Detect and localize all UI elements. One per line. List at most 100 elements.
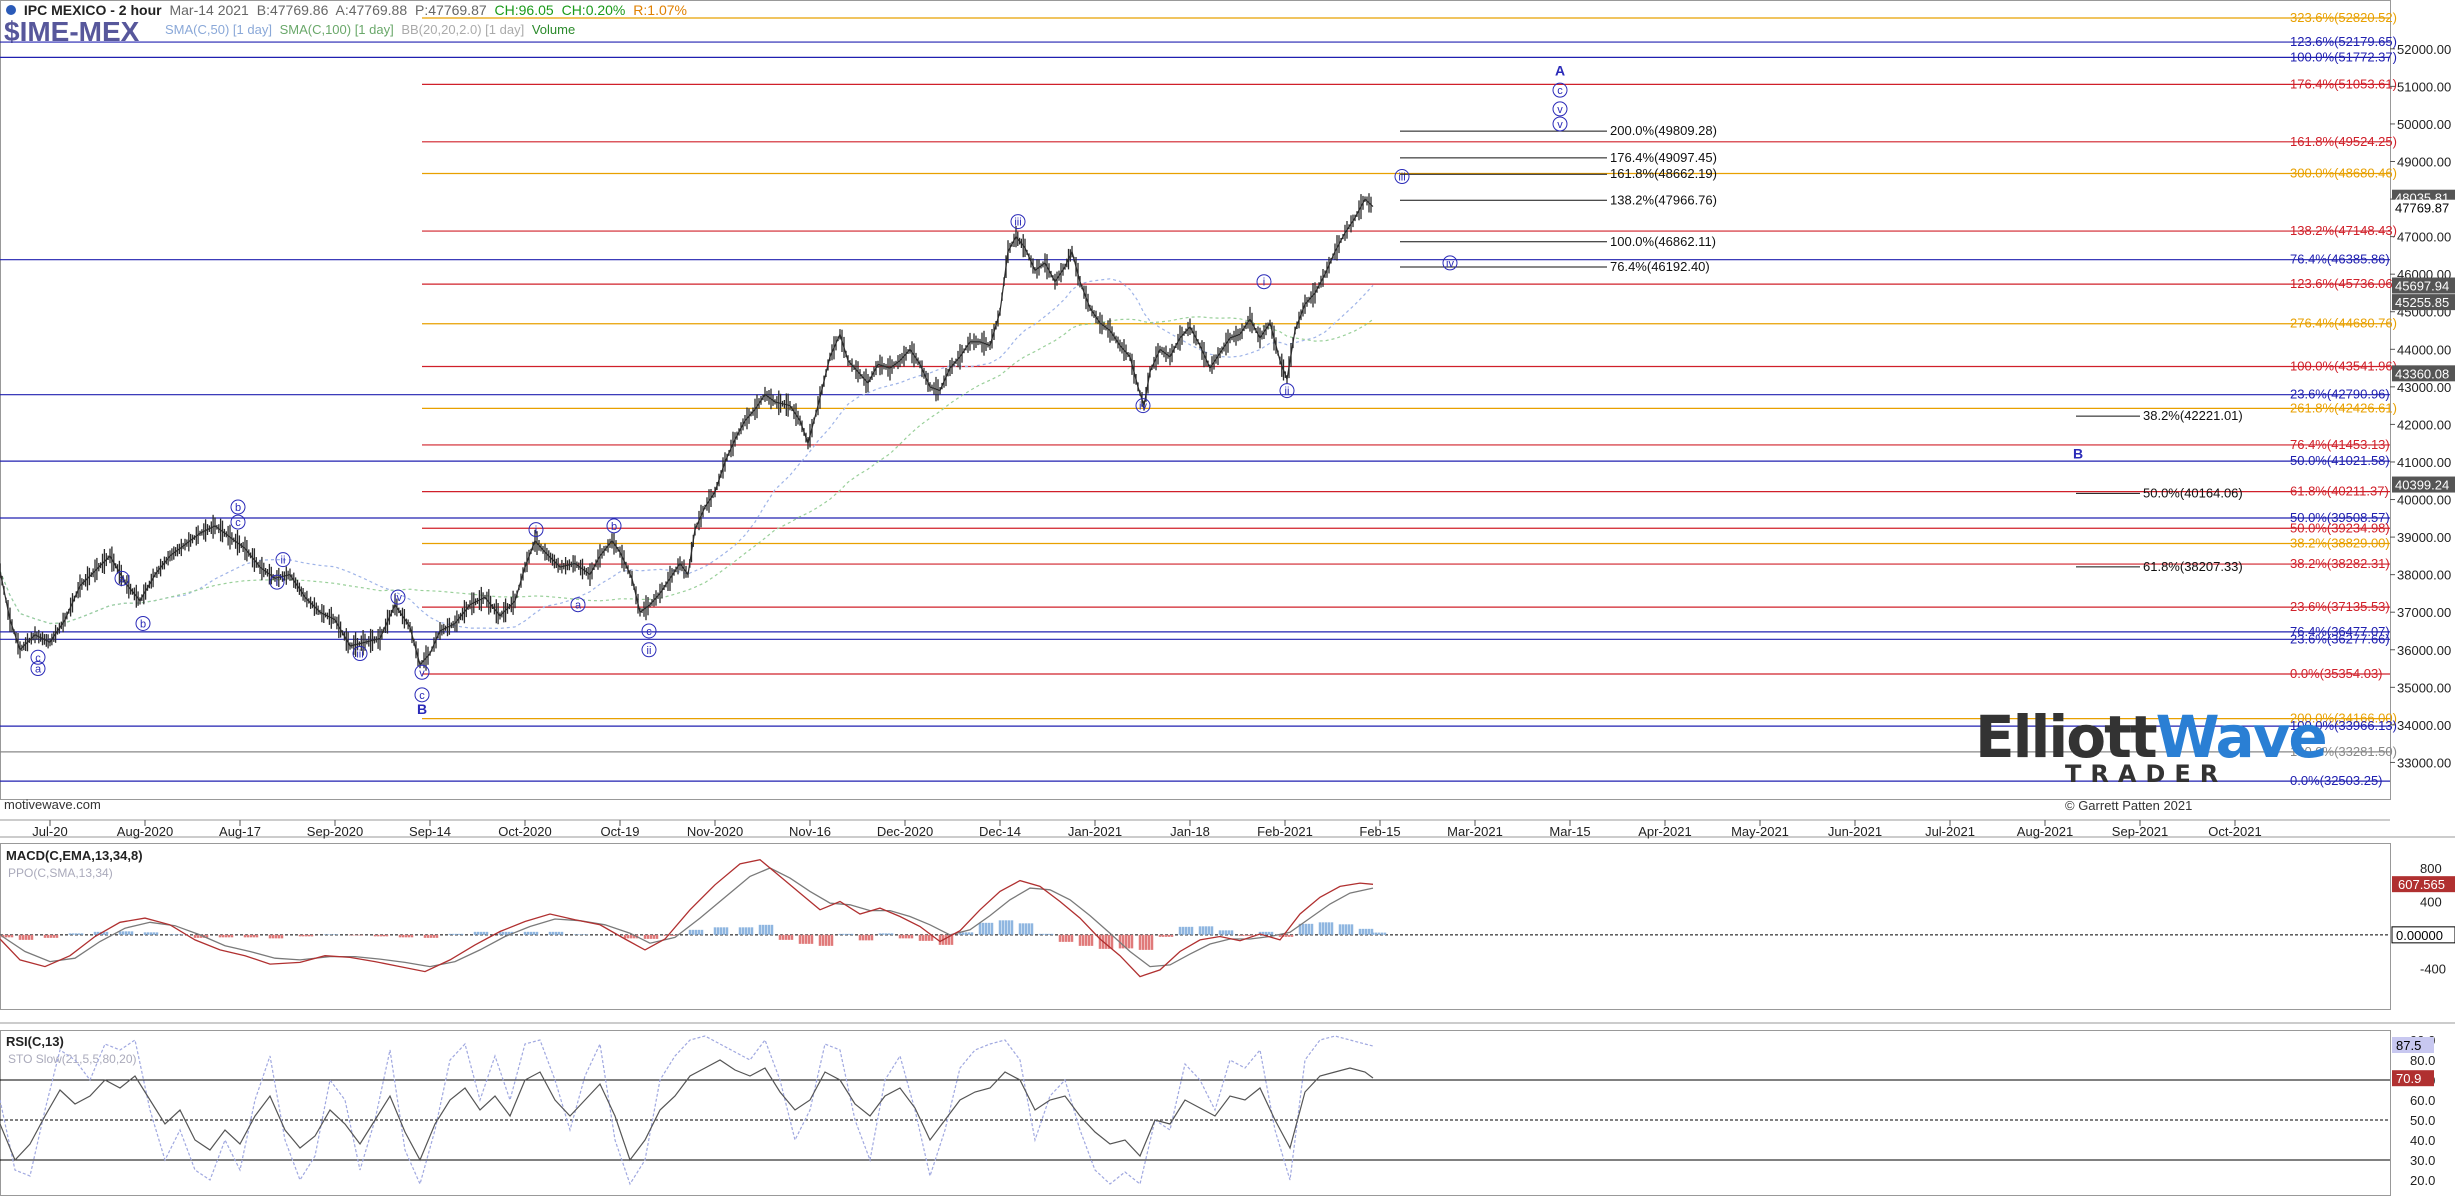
fib-label: 50.0%(39234.98) (2290, 520, 2390, 535)
time-tick-label: Aug-2021 (2017, 824, 2073, 839)
wave-label: c (646, 626, 652, 638)
rsi-tick-label: 60.0 (2410, 1093, 2435, 1108)
fib-label: 138.2%(47148.43) (2290, 223, 2397, 238)
fib-label: 323.6%(52820.52) (2290, 10, 2397, 25)
wave-label: iv (1139, 401, 1147, 413)
fib-label: 0.0%(35354.03) (2290, 666, 2383, 681)
time-tick-label: Mar-2021 (1447, 824, 1503, 839)
wave-label: iv (394, 592, 402, 604)
chart-canvas: 200.0%(53626.21)323.6%(52820.52)123.6%(5… (0, 0, 2455, 1196)
fib-label: 161.8%(49524.25) (2290, 134, 2397, 149)
header-icon (6, 5, 16, 15)
fib-label: 100.0%(43541.96) (2290, 358, 2397, 373)
symbol-watermark: $IME-MEX (4, 16, 140, 47)
fib-label: 23.6%(36277.66) (2290, 631, 2390, 646)
fib-label: 76.4%(41453.13) (2290, 437, 2390, 452)
wave-label: b (611, 521, 617, 533)
price-tick-label: 33000.00 (2397, 755, 2451, 770)
price-tick-label: 43000.00 (2397, 380, 2451, 395)
projection-label: 100.0%(46862.11) (1610, 234, 1716, 249)
sto-subtitle: STO Slow(21,5,5,80,20) (8, 1052, 137, 1066)
wave-label: c (1557, 85, 1563, 97)
wave-label: i (1263, 277, 1265, 289)
projection-label: 50.0%(40164.06) (2143, 485, 2243, 500)
time-tick-label: Feb-2021 (1257, 824, 1313, 839)
rsi-title: RSI(C,13) (6, 1034, 64, 1049)
time-tick-label: Oct-19 (600, 824, 639, 839)
wave-label: ii (281, 555, 286, 567)
panel-divider-rsi (0, 1022, 2455, 1024)
price-tick-label: 40000.00 (2397, 493, 2451, 508)
projection-label: 176.4%(49097.45) (1610, 150, 1717, 165)
study-sma100[interactable]: SMA(C,100) [1 day] (280, 22, 394, 37)
fib-label: 123.6%(52179.65) (2290, 34, 2397, 49)
price-tick-label: 38000.00 (2397, 568, 2451, 583)
wave-label: v (419, 667, 425, 679)
rsi-tick-label: 30.0 (2410, 1153, 2435, 1168)
price-tick-label: 52000.00 (2397, 42, 2451, 57)
price-box-label: 47769.87 (2395, 201, 2449, 216)
wave-label: B (2073, 445, 2083, 461)
time-tick-label: Oct-2020 (498, 824, 551, 839)
macd-value-label: 607.565 (2398, 877, 2445, 892)
macd-zero-label: 0.00000 (2396, 928, 2443, 943)
time-tick-label: Sep-2021 (2112, 824, 2168, 839)
ppo-subtitle: PPO(C,SMA,13,34) (8, 866, 113, 880)
price-tick-label: 41000.00 (2397, 455, 2451, 470)
time-tick-label: Feb-15 (1359, 824, 1400, 839)
fib-label: 38.2%(38829.00) (2290, 536, 2390, 551)
fib-label: 0.0%(32503.25) (2290, 773, 2383, 788)
wave-label: A (1555, 62, 1565, 78)
macd-title: MACD(C,EMA,13,34,8) (6, 848, 143, 863)
wave-label: c (235, 517, 241, 529)
sto-value-label: 87.5 (2396, 1038, 2421, 1053)
wave-label: b (235, 502, 241, 514)
fib-label: 61.8%(40211.37) (2290, 484, 2389, 499)
time-tick-label: Aug-17 (219, 824, 261, 839)
wave-label: iv (1446, 258, 1454, 270)
fib-label: 23.6%(37135.53) (2290, 599, 2390, 614)
time-tick-label: Aug-2020 (117, 824, 173, 839)
fib-label: 123.6%(45736.06) (2290, 276, 2397, 291)
study-volume[interactable]: Volume (532, 22, 575, 37)
wave-label: a (575, 600, 582, 612)
price-tick-label: 39000.00 (2397, 530, 2451, 545)
price-box-label: 43360.08 (2395, 366, 2449, 381)
fib-label: 100.0%(51772.37) (2290, 49, 2397, 64)
wave-label: i (535, 525, 537, 537)
projection-label: 138.2%(47966.76) (1610, 192, 1717, 207)
projection-label: 200.0%(49809.28) (1610, 123, 1717, 138)
elliottwave-trader-logo: ElliottWave TRADER (1975, 703, 2328, 788)
projection-label: 61.8%(38207.33) (2143, 559, 2243, 574)
panel-divider-macd (0, 836, 2455, 838)
study-sma50[interactable]: SMA(C,50) [1 day] (165, 22, 272, 37)
fib-label: 261.8%(42426.61) (2290, 400, 2397, 415)
time-tick-label: Sep-2020 (307, 824, 363, 839)
header-bid: B:47769.86 (256, 2, 329, 18)
fib-label: 300.0%(48680.46) (2290, 166, 2397, 181)
wave-label: ii (1285, 386, 1290, 398)
wave-label: v (1557, 119, 1563, 131)
wave-label: iii (1398, 172, 1405, 184)
time-tick-label: Jan-18 (1170, 824, 1210, 839)
header-ask: A:47769.88 (335, 2, 408, 18)
price-tick-label: 49000.00 (2397, 155, 2451, 170)
price-tick-label: 44000.00 (2397, 342, 2451, 357)
header-price: P:47769.87 (415, 2, 487, 18)
wave-label: a (35, 664, 42, 676)
time-tick-label: Nov-16 (789, 824, 831, 839)
projection-label: 76.4%(46192.40) (1610, 259, 1710, 274)
price-box-label: 45697.94 (2395, 279, 2449, 294)
fib-label: 276.4%(44680.76) (2290, 316, 2397, 331)
study-bb[interactable]: BB(20,20,2.0) [1 day] (401, 22, 524, 37)
price-tick-label: 50000.00 (2397, 117, 2451, 132)
time-tick-label: Dec-14 (979, 824, 1021, 839)
time-tick-label: May-2021 (1731, 824, 1789, 839)
time-tick-label: Sep-14 (409, 824, 451, 839)
macd-tick-label: -400 (2420, 961, 2446, 976)
copyright: © Garrett Patten 2021 (2065, 798, 2193, 813)
price-tick-label: 35000.00 (2397, 680, 2451, 695)
price-tick-label: 34000.00 (2397, 718, 2451, 733)
time-tick-label: Mar-15 (1549, 824, 1590, 839)
wave-label: b (140, 618, 146, 630)
